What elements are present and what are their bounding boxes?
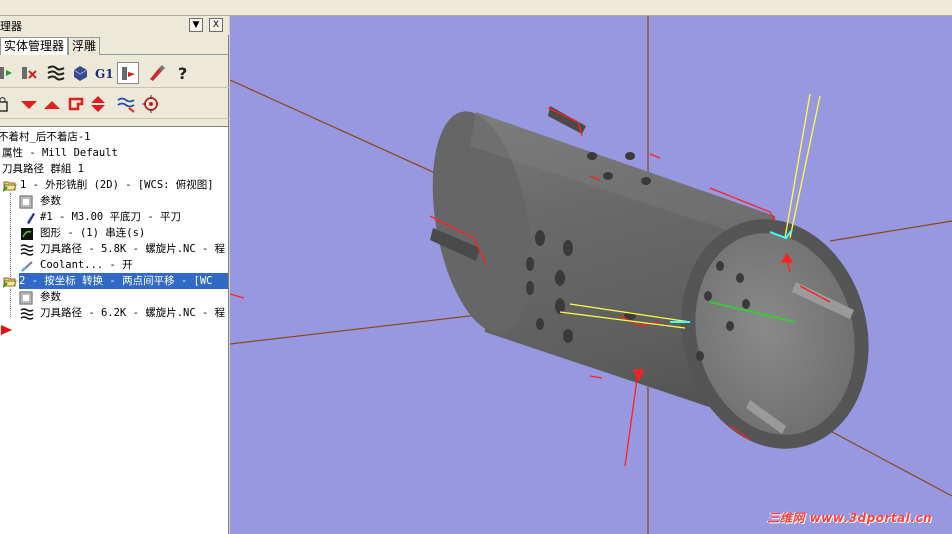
lock-icon[interactable] (0, 93, 14, 115)
tree-op1-coolant[interactable]: Coolant... - 开 (40, 257, 133, 273)
close-button[interactable]: X (209, 18, 223, 32)
params-icon (19, 194, 33, 209)
hole (563, 240, 573, 256)
tool-yellow-line (784, 93, 811, 239)
hole (563, 329, 573, 343)
wave-icon[interactable] (115, 93, 137, 115)
toolpath-icon (20, 306, 34, 320)
toolbar-row-1: G1 ? (0, 58, 229, 88)
coolant-icon (20, 258, 34, 272)
hole (526, 257, 534, 271)
hole (535, 230, 545, 246)
hole (587, 152, 597, 160)
tree-op1-tool[interactable]: #1 - M3.00 平底刀 - 平刀 (40, 209, 181, 225)
folder-open-icon (2, 274, 17, 288)
geometry-icon (20, 226, 34, 240)
hole (625, 152, 635, 160)
tree-op1-toolpath[interactable]: 刀具路径 - 5.8K - 螺旋片.NC - 程 (40, 241, 225, 257)
tab-relief[interactable]: 浮雕 (68, 37, 101, 55)
tree-machine-group[interactable]: 不着村_后不着店-1 (0, 129, 90, 145)
deselect-icon[interactable] (19, 62, 41, 84)
tree-op2-toolpath[interactable]: 刀具路径 - 6.2K - 螺旋片.NC - 程 (40, 305, 225, 321)
cylinder-part-scene (230, 16, 952, 534)
tree-op1-params[interactable]: 参数 (40, 193, 61, 209)
hole (555, 270, 565, 286)
up-down-icon[interactable] (87, 93, 109, 115)
highfeed-icon[interactable] (145, 62, 167, 84)
target-icon[interactable] (140, 93, 162, 115)
tree-connector (10, 289, 11, 317)
cut-mark (589, 375, 603, 379)
insert-arrow-icon[interactable] (65, 93, 87, 115)
app-window: 理器 ▼ X 实体管理器 浮雕 G1 ? 不着村_后不着店-1 属性 - Mil… (0, 0, 952, 534)
axis-y-ext (829, 220, 952, 242)
backplot-icon[interactable] (69, 62, 91, 84)
tree-toolpath-group[interactable]: 刀具路径 群組 1 (2, 161, 84, 177)
move-down-icon[interactable] (18, 93, 40, 115)
tree-op2-params[interactable]: 参数 (40, 289, 61, 305)
hole (696, 351, 704, 361)
hole (716, 261, 724, 271)
help-icon[interactable]: ? (172, 62, 194, 84)
svg-text:?: ? (178, 64, 187, 83)
graphics-viewport[interactable]: 三维网 www.3dportal.cn (230, 16, 952, 534)
hole (526, 281, 534, 295)
hole (704, 291, 712, 301)
cut-mark (649, 153, 661, 159)
tab-solids-manager[interactable]: 实体管理器 (0, 37, 69, 55)
panel-titlebar: 理器 ▼ X (0, 16, 229, 35)
panel-title: 理器 (0, 20, 22, 33)
tool-yellow-line (789, 95, 821, 239)
pin-button[interactable]: ▼ (189, 18, 203, 32)
watermark: 三维网 www.3dportal.cn (767, 511, 932, 525)
toolbar-row-2 (0, 89, 229, 119)
toolpath-regen-icon[interactable] (45, 62, 67, 84)
tree-op1-title[interactable]: 1 - 外形铣削 (2D) - [WCS: 俯视图] (20, 177, 214, 193)
arrow-shaft (624, 371, 639, 467)
svg-text:G1: G1 (95, 67, 114, 81)
select-all-icon[interactable] (0, 62, 18, 84)
hole (536, 318, 544, 330)
tree-op2-title[interactable]: 2 - 按坐标 转换 - 两点间平移 - [WC (19, 273, 228, 289)
g1-icon[interactable]: G1 (94, 62, 116, 84)
move-up-icon[interactable] (41, 93, 63, 115)
toolpath-manager-panel: 理器 ▼ X 实体管理器 浮雕 G1 ? 不着村_后不着店-1 属性 - Mil… (0, 16, 229, 534)
tree-properties[interactable]: 属性 - Mill Default (2, 145, 118, 161)
hole (726, 321, 734, 331)
insert-arrow-icon (0, 322, 14, 336)
tool-icon (23, 210, 37, 224)
post-icon[interactable] (117, 62, 139, 84)
folder-open-icon (2, 178, 17, 192)
tree-connector (10, 193, 11, 279)
toolpath-icon (20, 242, 34, 256)
operations-tree: 不着村_后不着店-1 属性 - Mill Default 刀具路径 群組 1 1… (0, 126, 228, 534)
hole (736, 273, 744, 283)
manager-tabs: 实体管理器 浮雕 (0, 37, 229, 55)
top-strip (0, 0, 952, 16)
params-icon (19, 290, 33, 305)
hole (641, 177, 651, 185)
arrow-shaft (230, 293, 245, 299)
tree-op1-geometry[interactable]: 图形 - (1) 串连(s) (40, 225, 145, 241)
hole (555, 298, 565, 314)
hole (742, 299, 750, 309)
hole (603, 172, 613, 180)
